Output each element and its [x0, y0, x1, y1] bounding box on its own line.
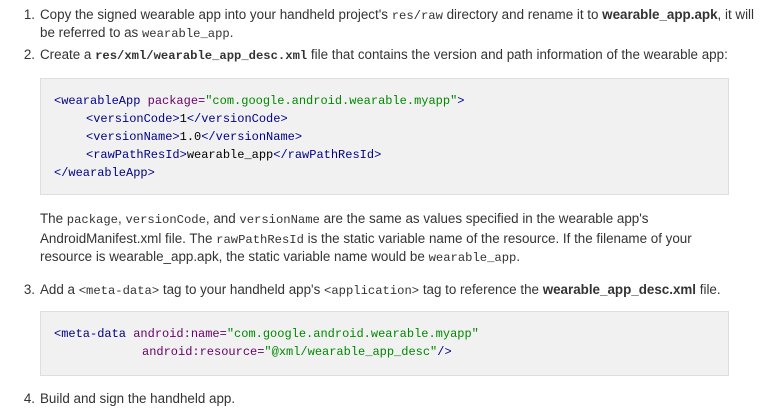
step-2-text: Create a res/xml/wearable_app_desc.xml f…	[40, 47, 728, 63]
code-line: <meta-data android:name="com.google.andr…	[54, 327, 479, 341]
step-3-text: Add a <meta-data> tag to your handheld a…	[40, 282, 721, 298]
code-block-meta-data: <meta-data android:name="com.google.andr…	[40, 311, 729, 376]
code-line: <versionName>1.0</versionName>	[86, 130, 303, 144]
step-4-text: Build and sign the handheld app.	[40, 391, 236, 406]
explanation-line-2: AndroidManifest.xml file. The rawPathRes…	[40, 231, 692, 247]
code-line: <versionCode>1</versionCode>	[86, 112, 288, 126]
code-line: <wearableApp package="com.google.android…	[54, 94, 465, 108]
step-1-line-1: Copy the signed wearable app into your h…	[40, 7, 754, 23]
code-line: android:resource="@xml/wearable_app_desc…	[142, 345, 452, 359]
step-number: 4.	[23, 391, 35, 406]
explanation-line-1: The package, versionCode, and versionNam…	[40, 211, 649, 227]
step-number: 2.	[23, 47, 35, 62]
step-1-line-2: be referred to as wearable_app.	[40, 25, 234, 41]
code-block-wearable-desc: <wearableApp package="com.google.android…	[40, 78, 729, 195]
step-number: 3.	[23, 282, 35, 297]
step-number: 1.	[23, 7, 35, 22]
explanation-line-3: resource is wearable_app.apk, the static…	[40, 249, 521, 265]
code-line: </wearableApp>	[54, 166, 155, 180]
code-line: <rawPathResId>wearable_app</rawPathResId…	[86, 148, 382, 162]
